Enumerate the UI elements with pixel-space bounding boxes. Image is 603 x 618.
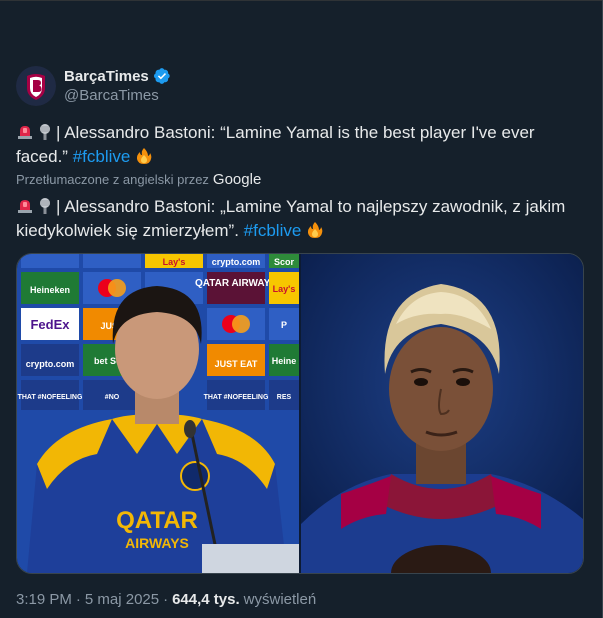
tweet-footer: 3:19 PM · 5 maj 2025 · 644,4 tys. wyświe… (16, 591, 316, 608)
board-text: Lay's (163, 257, 186, 267)
tweet-time[interactable]: 3:19 PM (16, 591, 72, 608)
hashtag-link[interactable]: #fcblive (73, 147, 131, 166)
board-text: #NO (105, 394, 120, 401)
shirt-sponsor-text: QATAR (116, 507, 198, 534)
barcatimes-logo-icon (16, 66, 56, 106)
shirt-sponsor-text: AIRWAYS (125, 535, 189, 551)
views-count: 644,4 tys. (172, 591, 240, 608)
hashtag-link[interactable]: #fcblive (244, 221, 302, 240)
board-text: THAT #NOFEELING (204, 394, 269, 401)
board-text: Scor (274, 257, 295, 267)
board-text: Heine (272, 356, 297, 366)
verified-badge-icon (153, 67, 171, 85)
board-text: JUST EAT (215, 359, 258, 369)
google-logo: Google (212, 171, 262, 188)
top-divider (0, 0, 603, 1)
separator-dot: · (163, 591, 169, 608)
board-text: FedEx (30, 317, 70, 332)
tweet-text-original: | Alessandro Bastoni: “Lamine Yamal is t… (16, 121, 576, 169)
microphone-icon (36, 197, 54, 215)
avatar[interactable] (16, 66, 56, 106)
tweet-media[interactable]: Lay's crypto.com Scor Heineken QATAR AIR… (16, 253, 584, 574)
views-label: wyświetleń (243, 591, 317, 608)
board-text: THAT #NOFEELING (18, 394, 83, 401)
microphone-icon (36, 123, 54, 141)
separator-dot: · (75, 591, 81, 608)
media-photo-left[interactable]: Lay's crypto.com Scor Heineken QATAR AIR… (17, 254, 299, 573)
board-text: crypto.com (212, 257, 261, 267)
tweet-date[interactable]: 5 maj 2025 (85, 591, 159, 608)
board-text: Lay's (273, 284, 296, 294)
translation-label[interactable]: Przetłumaczone z angielski przez Google (16, 171, 261, 188)
press-conference-photo: Lay's crypto.com Scor Heineken QATAR AIR… (17, 254, 299, 573)
portrait-photo (301, 254, 583, 573)
board-text: Heineken (30, 285, 70, 295)
fire-icon (135, 147, 153, 165)
board-text: QATAR AIRWAYS (195, 278, 277, 289)
board-text: crypto.com (26, 359, 75, 369)
rotating-light-icon (16, 123, 34, 141)
rotating-light-icon (16, 197, 34, 215)
board-text: P (281, 320, 287, 330)
author-name-row[interactable]: BarçaTimes (64, 66, 171, 86)
translated-by-text: Przetłumaczone z angielski przez (16, 172, 209, 187)
author-handle[interactable]: @BarcaTimes (64, 87, 159, 104)
fire-icon (306, 221, 324, 239)
author-display-name[interactable]: BarçaTimes (64, 68, 149, 85)
board-text: RES (277, 394, 292, 401)
media-photo-right[interactable] (301, 254, 583, 573)
tweet-text-translated: | Alessandro Bastoni: „Lamine Yamal to n… (16, 195, 576, 243)
